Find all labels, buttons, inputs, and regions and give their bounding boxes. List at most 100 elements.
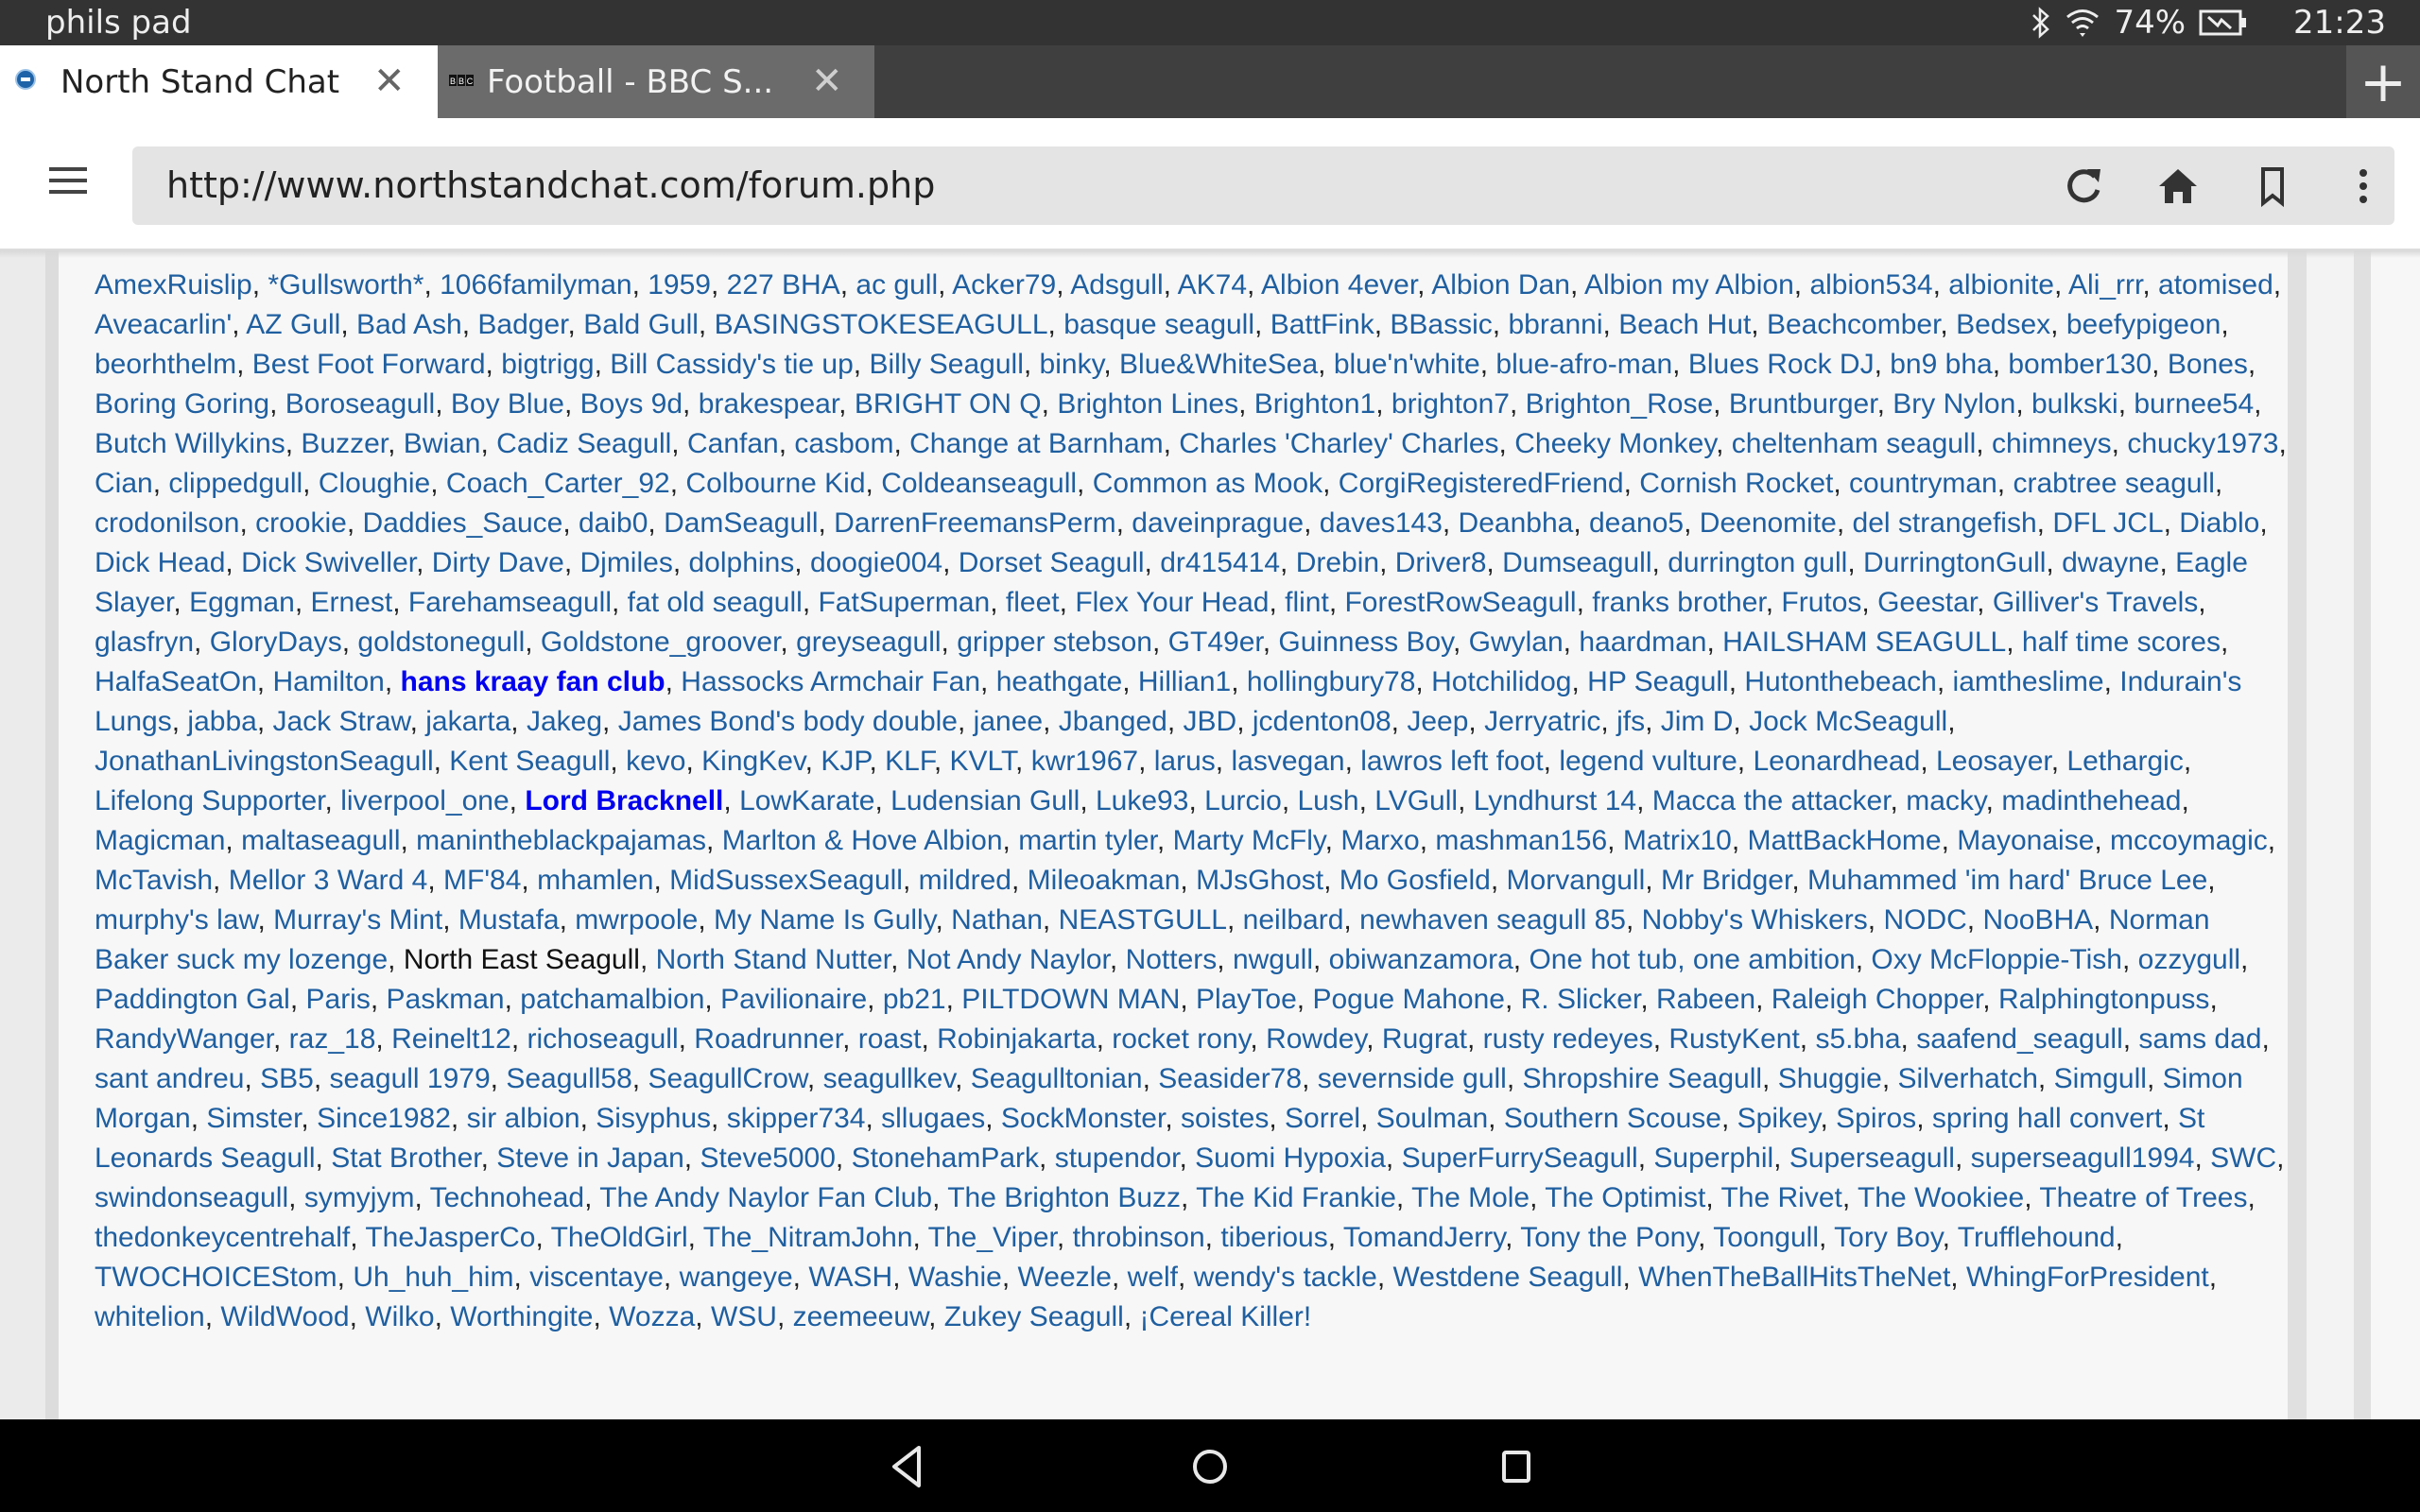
member-link[interactable]: GT49er — [1168, 627, 1263, 658]
member-link[interactable]: tiberious — [1220, 1222, 1327, 1253]
member-link[interactable]: AmexRuislip — [95, 269, 252, 301]
member-link[interactable]: The_Viper — [928, 1222, 1057, 1253]
member-link[interactable]: bulkski — [2031, 388, 2118, 420]
member-link[interactable]: MF'84 — [443, 865, 521, 896]
member-link[interactable]: Brighton Lines — [1057, 388, 1238, 420]
member-link[interactable]: Roadrunner — [694, 1023, 842, 1055]
member-link[interactable]: JonathanLivingstonSeagull — [95, 746, 434, 777]
member-link[interactable]: DurringtonGull — [1863, 547, 2046, 578]
member-link[interactable]: severnside gull — [1318, 1063, 1507, 1094]
scroll-track[interactable] — [2354, 250, 2371, 1419]
member-link[interactable]: soistes — [1181, 1103, 1269, 1134]
member-link[interactable]: DFL JCL — [2052, 507, 2163, 539]
member-link[interactable]: KJP — [821, 746, 869, 777]
member-link[interactable]: BASINGSTOKESEAGULL — [715, 309, 1048, 340]
member-link[interactable]: jfs — [1616, 706, 1645, 737]
member-link[interactable]: brighton7 — [1392, 388, 1510, 420]
member-link[interactable]: TheOldGirl — [551, 1222, 688, 1253]
member-link[interactable]: Mayonaise — [1957, 825, 2094, 856]
member-link[interactable]: Mr Bridger — [1661, 865, 1791, 896]
member-link[interactable]: manintheblackpajamas — [416, 825, 706, 856]
member-link[interactable]: Cadiz Seagull — [496, 428, 671, 459]
member-link[interactable]: seagullkev — [823, 1063, 956, 1094]
member-link[interactable]: nwgull — [1233, 944, 1313, 975]
member-link[interactable]: deano5 — [1589, 507, 1684, 539]
member-link[interactable]: MJsGhost — [1196, 865, 1323, 896]
member-link[interactable]: Lifelong Supporter — [95, 785, 325, 816]
member-link[interactable]: superseagull1994 — [1971, 1143, 2195, 1174]
member-link[interactable]: albion534 — [1809, 269, 1932, 301]
member-link[interactable]: Boroseagull — [285, 388, 435, 420]
member-link[interactable]: Shuggie — [1778, 1063, 1882, 1094]
member-link[interactable]: beorhthelm — [95, 349, 236, 380]
member-link[interactable]: wendy's tackle — [1194, 1262, 1377, 1293]
member-link[interactable]: Rowdey — [1266, 1023, 1366, 1055]
member-link[interactable]: Cian — [95, 468, 153, 499]
member-link[interactable]: heathgate — [996, 666, 1122, 697]
member-link[interactable]: basque seagull — [1063, 309, 1254, 340]
member-link[interactable]: Trufflehound — [1958, 1222, 2116, 1253]
member-link[interactable]: Jock McSeagull — [1749, 706, 1947, 737]
member-link[interactable]: half time scores — [2022, 627, 2221, 658]
member-link[interactable]: Hassocks Armchair Fan — [681, 666, 980, 697]
member-link[interactable]: daves143 — [1320, 507, 1443, 539]
member-link[interactable]: Albion my Albion — [1584, 269, 1794, 301]
member-link[interactable]: MattBackHome — [1748, 825, 1942, 856]
member-link[interactable]: Badger — [477, 309, 567, 340]
member-link[interactable]: sams dad — [2138, 1023, 2261, 1055]
member-link[interactable]: Jakeg — [527, 706, 602, 737]
member-link[interactable]: Bald Gull — [583, 309, 699, 340]
member-link[interactable]: Mileoakman — [1028, 865, 1181, 896]
member-link[interactable]: ForestRowSeagull — [1344, 587, 1576, 618]
member-link[interactable]: Frutos — [1781, 587, 1861, 618]
member-link[interactable]: Marlton & Hove Albion — [722, 825, 1003, 856]
member-link[interactable]: Mo Gosfield — [1340, 865, 1491, 896]
member-link[interactable]: Acker79 — [952, 269, 1056, 301]
member-link[interactable]: Drebin — [1296, 547, 1379, 578]
member-link[interactable]: LowKarate — [739, 785, 874, 816]
member-link[interactable]: Eggman — [189, 587, 295, 618]
member-link[interactable]: Hamilton — [272, 666, 384, 697]
member-link[interactable]: Goldstone_groover — [541, 627, 781, 658]
member-link[interactable]: James Bond's body double — [618, 706, 958, 737]
close-tab-icon[interactable]: ✕ — [373, 45, 406, 118]
member-link[interactable]: Silverhatch — [1897, 1063, 2037, 1094]
member-link[interactable]: Boring Goring — [95, 388, 269, 420]
member-link[interactable]: saafend_seagull — [1916, 1023, 2123, 1055]
member-link[interactable]: iamtheslime — [1953, 666, 2104, 697]
url-text[interactable]: http://www.northstandchat.com/forum.php — [166, 146, 935, 225]
member-link[interactable]: dolphins — [689, 547, 795, 578]
overflow-menu-icon[interactable] — [2341, 163, 2386, 209]
member-link[interactable]: BattFink — [1270, 309, 1374, 340]
member-link[interactable]: cheltenham seagull — [1732, 428, 1977, 459]
member-link[interactable]: Tony the Pony — [1520, 1222, 1698, 1253]
member-link[interactable]: patchamalbion — [520, 984, 704, 1015]
member-link[interactable]: Theatre of Trees — [2039, 1182, 2247, 1213]
member-link[interactable]: Not Andy Naylor — [907, 944, 1110, 975]
member-link[interactable]: Blue&WhiteSea — [1119, 349, 1318, 380]
member-link[interactable]: KVLT — [950, 746, 1015, 777]
member-link[interactable]: Nathan — [951, 904, 1043, 936]
member-link[interactable]: The Kid Frankie — [1196, 1182, 1396, 1213]
member-link[interactable]: Murray's Mint — [273, 904, 442, 936]
member-link[interactable]: Canfan — [687, 428, 779, 459]
member-link[interactable]: Mustafa — [458, 904, 560, 936]
member-link[interactable]: fat old seagull — [628, 587, 803, 618]
member-link[interactable]: blue-afro-man — [1495, 349, 1672, 380]
member-link[interactable]: Cornish Rocket — [1639, 468, 1833, 499]
member-link[interactable]: albionite — [1948, 269, 2054, 301]
member-link[interactable]: Dumseagull — [1502, 547, 1651, 578]
member-link[interactable]: The Brighton Buzz — [947, 1182, 1181, 1213]
member-link[interactable]: HalfaSeatOn — [95, 666, 257, 697]
member-link[interactable]: Hotchilidog — [1431, 666, 1571, 697]
member-link[interactable]: Lush — [1298, 785, 1359, 816]
member-link[interactable]: Pogue Mahone — [1312, 984, 1505, 1015]
member-link[interactable]: RandyWanger — [95, 1023, 273, 1055]
member-link[interactable]: rusty redeyes — [1483, 1023, 1653, 1055]
member-link[interactable]: Zukey Seagull — [944, 1301, 1124, 1332]
member-link[interactable]: blue'n'white — [1334, 349, 1480, 380]
member-link[interactable]: Sorrel — [1285, 1103, 1360, 1134]
member-link[interactable]: chucky1973 — [2127, 428, 2278, 459]
member-link[interactable]: Deenomite — [1700, 507, 1837, 539]
member-link[interactable]: Notters — [1126, 944, 1218, 975]
